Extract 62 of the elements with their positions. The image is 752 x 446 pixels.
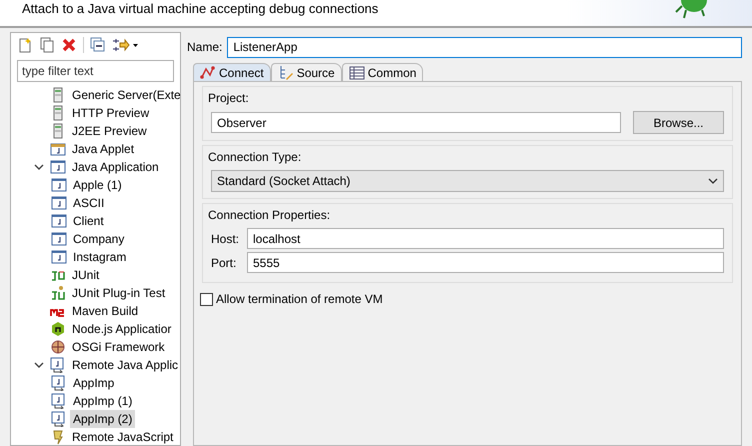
- browse-button[interactable]: Browse...: [633, 111, 724, 134]
- tree-item[interactable]: Client: [70, 212, 107, 230]
- filter-icon[interactable]: [112, 37, 138, 53]
- tree-item[interactable]: Remote Java Applic: [69, 356, 180, 374]
- tree-item[interactable]: Company: [70, 230, 128, 248]
- tree-item[interactable]: Remote JavaScript: [69, 428, 176, 445]
- name-label: Name:: [187, 39, 222, 56]
- tree-item[interactable]: Java Application: [69, 158, 162, 176]
- tree-item[interactable]: AppImp (2): [70, 410, 136, 428]
- tree-item[interactable]: HTTP Preview: [69, 104, 152, 122]
- chevron-icon: [708, 178, 718, 184]
- connect-icon: [200, 64, 216, 80]
- tree-item[interactable]: J2EE Preview: [69, 122, 150, 140]
- java-icon: [51, 231, 67, 247]
- checkbox[interactable]: [200, 292, 213, 306]
- remote-icon: [51, 393, 67, 409]
- text-field[interactable]: 5555: [247, 252, 724, 273]
- tree-item[interactable]: AppImp: [70, 374, 118, 392]
- applet-icon: [50, 141, 66, 157]
- java-icon: [50, 159, 66, 175]
- duplicate-icon[interactable]: [39, 37, 55, 53]
- remote-icon: [51, 375, 67, 391]
- tab[interactable]: Common: [342, 63, 424, 81]
- source-icon: [278, 64, 294, 80]
- group-label: Project:: [208, 90, 250, 107]
- name-field[interactable]: ListenerApp: [227, 36, 742, 58]
- common-icon: [348, 64, 365, 80]
- text-field[interactable]: localhost: [247, 228, 724, 249]
- collapse-all-icon[interactable]: [90, 37, 106, 53]
- tab[interactable]: Source: [270, 63, 342, 81]
- tree-item[interactable]: ASCII: [70, 194, 108, 212]
- connection-type-dropdown[interactable]: Standard (Socket Attach): [211, 170, 724, 192]
- java-icon: [51, 213, 67, 229]
- tree-item[interactable]: Apple (1): [70, 176, 125, 194]
- remote-icon: [50, 357, 66, 373]
- filter-field[interactable]: type filter text: [17, 60, 174, 82]
- remote-icon: [51, 411, 67, 427]
- java-icon: [51, 249, 67, 265]
- tree-item[interactable]: JUnit: [69, 266, 102, 284]
- group-label: Connection Type:: [208, 149, 302, 166]
- tree-item[interactable]: Maven Build: [69, 302, 142, 320]
- tree-item[interactable]: OSGi Framework: [69, 338, 168, 356]
- java-icon: [51, 177, 67, 193]
- java-icon: [51, 195, 67, 211]
- junitplugin-icon: [50, 285, 66, 301]
- dialog-description: Attach to a Java virtual machine accepting debug connections: [22, 2, 378, 16]
- tree-item[interactable]: Generic Server(Exte: [69, 86, 180, 104]
- field-label: Port:: [211, 254, 238, 272]
- tree-item[interactable]: JUnit Plug-in Test: [69, 284, 168, 302]
- tree-item[interactable]: AppImp (1): [70, 392, 136, 410]
- field-label: Host:: [211, 230, 240, 248]
- tree-item[interactable]: Node.js Applicatior: [69, 320, 174, 338]
- node-icon: [50, 321, 66, 337]
- checkbox-label: Allow termination of remote VM: [216, 291, 383, 308]
- project-field[interactable]: Observer: [211, 112, 621, 133]
- delete-icon[interactable]: [61, 37, 77, 53]
- new-configuration-icon[interactable]: [17, 37, 33, 53]
- tree-item[interactable]: Java Applet: [69, 140, 138, 158]
- osgi-icon: [50, 339, 66, 355]
- group-label: Connection Properties:: [208, 207, 332, 224]
- tab[interactable]: Connect: [193, 63, 271, 81]
- tree-item[interactable]: Instagram: [70, 248, 130, 266]
